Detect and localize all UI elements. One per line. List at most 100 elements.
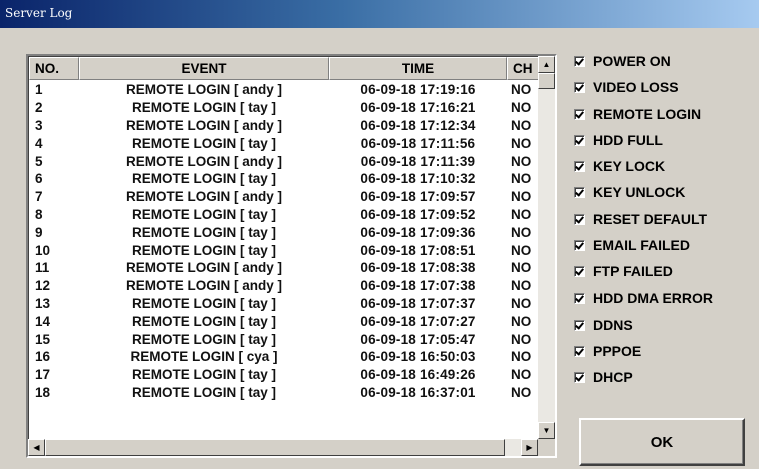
cell-time: 06-09-18 17:10:32: [360, 171, 476, 187]
window-title: Server Log: [5, 6, 73, 20]
checkbox-checked-icon[interactable]: [574, 292, 585, 304]
table-row[interactable]: 6 REMOTE LOGIN [ tay ] 06-09-18 17:10:32 NO: [29, 170, 539, 188]
checkbox-checked-icon[interactable]: [574, 160, 585, 172]
cell-no: 13: [35, 295, 51, 311]
event-log-list[interactable]: NO. EVENT TIME CH 1 REMOTE LOGIN [ andy ]…: [26, 54, 557, 458]
cell-time: 06-09-18 17:12:34: [360, 117, 476, 133]
cell-ch: NO: [511, 260, 532, 276]
list-header: NO. EVENT TIME CH: [29, 57, 539, 80]
cell-time: 06-09-18 17:09:36: [360, 224, 476, 240]
cell-ch: NO: [511, 224, 532, 240]
filter-checkbox-remote-login[interactable]: REMOTE LOGIN: [574, 106, 701, 122]
scroll-up-icon[interactable]: ▲: [538, 56, 555, 73]
cell-event: REMOTE LOGIN [ tay ]: [131, 295, 276, 311]
scrollbar-corner: [538, 439, 555, 456]
table-row[interactable]: 12 REMOTE LOGIN [ andy ] 06-09-18 17:07:38…: [29, 277, 539, 295]
cell-no: 9: [35, 224, 43, 240]
cell-no: 3: [35, 117, 43, 133]
filter-checkbox-video-loss[interactable]: VIDEO LOSS: [574, 79, 679, 95]
cell-event: REMOTE LOGIN [ tay ]: [131, 331, 276, 347]
scroll-left-icon[interactable]: ◀: [28, 439, 45, 456]
filter-label: DHCP: [593, 369, 633, 385]
filter-checkbox-key-lock[interactable]: KEY LOCK: [574, 158, 665, 174]
table-row[interactable]: 9 REMOTE LOGIN [ tay ] 06-09-18 17:09:36 NO: [29, 223, 539, 241]
filter-checkbox-email-failed[interactable]: EMAIL FAILED: [574, 237, 690, 253]
checkbox-checked-icon[interactable]: [574, 108, 585, 120]
table-row[interactable]: 11 REMOTE LOGIN [ andy ] 06-09-18 17:08:38…: [29, 259, 539, 277]
horizontal-scrollbar[interactable]: ◀ ▶: [28, 439, 538, 456]
table-row[interactable]: 17 REMOTE LOGIN [ tay ] 06-09-18 16:49:26 N…: [29, 366, 539, 384]
table-row[interactable]: 3 REMOTE LOGIN [ andy ] 06-09-18 17:12:34 N…: [29, 117, 539, 135]
checkbox-checked-icon[interactable]: [574, 55, 585, 67]
cell-ch: NO: [511, 367, 532, 383]
vertical-scrollbar[interactable]: ▲ ▼: [538, 56, 555, 439]
filter-checkbox-hdd-dma-error[interactable]: HDD DMA ERROR: [574, 290, 713, 306]
cell-no: 4: [35, 135, 43, 151]
table-row[interactable]: 10 REMOTE LOGIN [ tay ] 06-09-18 17:08:51 N…: [29, 241, 539, 259]
cell-no: 6: [35, 171, 43, 187]
checkbox-checked-icon[interactable]: [574, 186, 585, 198]
checkbox-checked-icon[interactable]: [574, 319, 585, 331]
title-bar[interactable]: Server Log: [0, 0, 759, 28]
cell-time: 06-09-18 16:49:26: [360, 367, 476, 383]
filter-checkbox-dhcp[interactable]: DHCP: [574, 369, 633, 385]
cell-ch: NO: [511, 206, 532, 222]
cell-time: 06-09-18 17:11:39: [360, 153, 476, 169]
cell-time: 06-09-18 17:07:37: [360, 295, 476, 311]
cell-ch: NO: [511, 384, 532, 400]
cell-no: 15: [35, 331, 51, 347]
cell-time: 06-09-18 17:16:21: [360, 100, 476, 116]
table-row[interactable]: 13 REMOTE LOGIN [ tay ] 06-09-18 17:07:37 N…: [29, 295, 539, 313]
cell-no: 7: [35, 189, 43, 205]
server-log-window: Server Log NO. EVENT TIME CH 1 REMOTE LOG…: [0, 0, 759, 469]
table-row[interactable]: 18 REMOTE LOGIN [ tay ] 06-09-18 16:37:01 N…: [29, 384, 539, 402]
cell-no: 10: [35, 242, 51, 258]
horizontal-scroll-thumb[interactable]: [45, 439, 505, 456]
cell-ch: NO: [511, 117, 532, 133]
cell-time: 06-09-18 17:07:27: [360, 313, 476, 329]
scroll-down-icon[interactable]: ▼: [538, 422, 555, 439]
cell-event: REMOTE LOGIN [ tay ]: [131, 171, 276, 187]
checkbox-checked-icon[interactable]: [574, 134, 585, 146]
cell-ch: NO: [511, 349, 532, 365]
cell-ch: NO: [511, 82, 532, 98]
cell-no: 12: [35, 278, 51, 294]
checkbox-checked-icon[interactable]: [574, 345, 585, 357]
checkbox-checked-icon[interactable]: [574, 371, 585, 383]
table-row[interactable]: 8 REMOTE LOGIN [ tay ] 06-09-18 17:09:52 NO: [29, 206, 539, 224]
cell-time: 06-09-18 17:09:52: [360, 206, 476, 222]
scroll-right-icon[interactable]: ▶: [521, 439, 538, 456]
filter-label: FTP FAILED: [593, 263, 673, 279]
filter-checkbox-ftp-failed[interactable]: FTP FAILED: [574, 263, 673, 279]
table-row[interactable]: 7 REMOTE LOGIN [ andy ] 06-09-18 17:09:57 N…: [29, 188, 539, 206]
table-row[interactable]: 5 REMOTE LOGIN [ andy ] 06-09-18 17:11:39 N…: [29, 152, 539, 170]
column-header-event[interactable]: EVENT: [79, 57, 329, 80]
table-row[interactable]: 16 REMOTE LOGIN [ cya ] 06-09-18 16:50:03 N…: [29, 348, 539, 366]
cell-ch: NO: [511, 278, 532, 294]
table-row[interactable]: 14 REMOTE LOGIN [ tay ] 06-09-18 17:07:27 N…: [29, 312, 539, 330]
filter-checkbox-pppoe[interactable]: PPPOE: [574, 343, 641, 359]
table-row[interactable]: 2 REMOTE LOGIN [ tay ] 06-09-18 17:16:21 NO: [29, 99, 539, 117]
column-header-ch[interactable]: CH: [507, 57, 539, 80]
filter-checkbox-hdd-full[interactable]: HDD FULL: [574, 132, 663, 148]
cell-event: REMOTE LOGIN [ andy ]: [125, 260, 282, 276]
checkbox-checked-icon[interactable]: [574, 239, 585, 251]
filter-checkbox-ddns[interactable]: DDNS: [574, 317, 633, 333]
ok-button[interactable]: OK: [579, 418, 745, 466]
filter-checkbox-reset-default[interactable]: RESET DEFAULT: [574, 211, 707, 227]
column-header-no[interactable]: NO.: [29, 57, 79, 80]
table-row[interactable]: 4 REMOTE LOGIN [ tay ] 06-09-18 17:11:56 NO: [29, 134, 539, 152]
checkbox-checked-icon[interactable]: [574, 81, 585, 93]
column-header-time[interactable]: TIME: [329, 57, 507, 80]
table-row[interactable]: 15 REMOTE LOGIN [ tay ] 06-09-18 17:05:47 N…: [29, 330, 539, 348]
filter-checkbox-key-unlock[interactable]: KEY UNLOCK: [574, 184, 685, 200]
checkbox-checked-icon[interactable]: [574, 265, 585, 277]
table-row[interactable]: 1 REMOTE LOGIN [ andy ] 06-09-18 17:19:16 N…: [29, 81, 539, 99]
cell-event: REMOTE LOGIN [ tay ]: [131, 367, 276, 383]
cell-time: 06-09-18 17:11:56: [360, 135, 476, 151]
cell-event: REMOTE LOGIN [ andy ]: [125, 153, 282, 169]
vertical-scroll-thumb[interactable]: [538, 73, 555, 89]
cell-time: 06-09-18 17:19:16: [360, 82, 476, 98]
checkbox-checked-icon[interactable]: [574, 213, 585, 225]
filter-checkbox-power-on[interactable]: POWER ON: [574, 53, 671, 69]
